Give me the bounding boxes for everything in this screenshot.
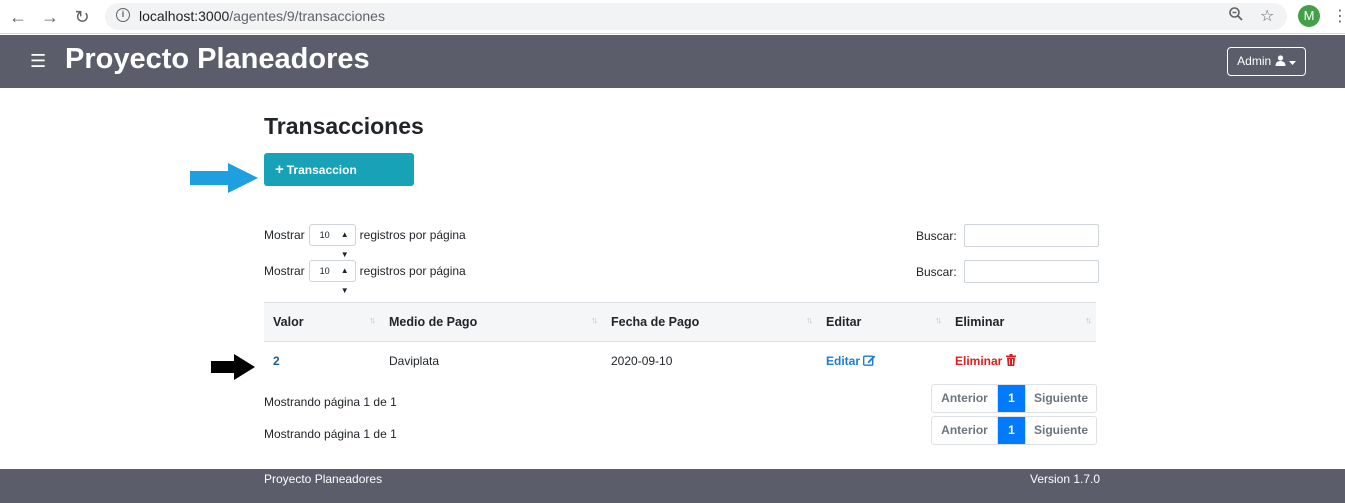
table-header-row: Valor ↑↓ Medio de Pago ↑↓ Fecha de Pago ↑↓ … bbox=[264, 302, 1096, 342]
search-control: Buscar: bbox=[916, 224, 1099, 247]
column-header-label: Medio de Pago bbox=[389, 315, 478, 329]
admin-dropdown-button[interactable]: Admin bbox=[1227, 47, 1306, 76]
search-control: Buscar: bbox=[916, 260, 1099, 283]
forward-arrow-icon[interactable]: → bbox=[38, 5, 62, 29]
column-header-label: Valor bbox=[273, 315, 304, 329]
page-length-control: Mostrar 10 ▲ ▼ registros por página bbox=[264, 260, 466, 295]
brand-title[interactable]: Proyecto Planeadores bbox=[65, 43, 370, 76]
add-transaction-label: Transaccion bbox=[286, 163, 357, 177]
app-navbar: ☰ Proyecto Planeadores Admin bbox=[0, 35, 1345, 88]
column-header-label: Editar bbox=[826, 315, 862, 329]
pagination: Anterior 1 Siguiente bbox=[931, 416, 1097, 445]
column-header-editar[interactable]: Editar ↑↓ bbox=[817, 302, 946, 342]
browser-menu-icon[interactable]: ⋮ bbox=[1332, 6, 1345, 26]
column-header-valor[interactable]: Valor ↑↓ bbox=[264, 302, 380, 342]
footer-brand: Proyecto Planeadores bbox=[264, 472, 383, 486]
sort-icon: ↑↓ bbox=[806, 315, 813, 325]
url-path: /agentes/9/transacciones bbox=[229, 8, 385, 24]
select-caret-icon: ▲ ▼ bbox=[340, 266, 349, 295]
cell-fecha: 2020-09-10 bbox=[611, 353, 673, 368]
transactions-table: Valor ↑↓ Medio de Pago ↑↓ Fecha de Pago ↑↓ … bbox=[264, 302, 1096, 380]
browser-toolbar: ← → ↻ i localhost:3000/agentes/9/transac… bbox=[0, 0, 1345, 34]
sort-icon: ↑↓ bbox=[591, 315, 598, 325]
search-input[interactable] bbox=[963, 260, 1099, 283]
sort-icon: ↑↓ bbox=[935, 315, 942, 325]
next-page-button[interactable]: Siguiente bbox=[1025, 417, 1096, 444]
previous-page-button[interactable]: Anterior bbox=[932, 385, 998, 412]
plus-icon: + bbox=[275, 161, 284, 178]
zoom-icon[interactable] bbox=[1228, 6, 1244, 27]
page-length-control: Mostrar 10 ▲ ▼ registros por página bbox=[264, 224, 466, 259]
delete-label: Eliminar bbox=[955, 353, 1003, 368]
user-icon bbox=[1275, 55, 1285, 66]
cell-editar: Editar bbox=[817, 342, 946, 380]
trash-icon bbox=[1005, 353, 1016, 366]
hamburger-menu-icon[interactable]: ☰ bbox=[30, 51, 46, 71]
address-bar[interactable]: i localhost:3000/agentes/9/transacciones… bbox=[105, 3, 1287, 30]
page-length-select[interactable]: 10 ▲ ▼ bbox=[308, 260, 356, 295]
search-input[interactable] bbox=[963, 224, 1099, 247]
next-page-button[interactable]: Siguiente bbox=[1025, 385, 1096, 412]
footer-version: Version 1.7.0 bbox=[1030, 472, 1101, 486]
column-header-fecha[interactable]: Fecha de Pago ↑↓ bbox=[602, 302, 817, 342]
column-header-label: Fecha de Pago bbox=[611, 315, 700, 329]
table-info: Mostrando página 1 de 1 bbox=[264, 427, 397, 441]
search-label: Buscar: bbox=[916, 264, 957, 279]
edit-link[interactable]: Editar bbox=[826, 354, 876, 368]
cell-medio: Daviplata bbox=[389, 353, 440, 368]
page-length-value: 10 bbox=[319, 230, 330, 240]
show-suffix: registros por página bbox=[359, 228, 466, 242]
page-length-value: 10 bbox=[319, 266, 330, 276]
edit-label: Editar bbox=[826, 353, 861, 368]
show-prefix: Mostrar bbox=[264, 228, 305, 242]
show-suffix: registros por página bbox=[359, 264, 466, 278]
pagination: Anterior 1 Siguiente bbox=[931, 384, 1097, 413]
black-arrow-annotation bbox=[211, 354, 255, 380]
page-length-select[interactable]: 10 ▲ ▼ bbox=[308, 224, 356, 259]
column-header-eliminar[interactable]: Eliminar ↑↓ bbox=[946, 302, 1096, 342]
footer: Proyecto Planeadores Version 1.7.0 bbox=[0, 469, 1345, 503]
url-host: localhost:3000 bbox=[139, 8, 230, 24]
address-url[interactable]: localhost:3000/agentes/9/transacciones bbox=[139, 8, 385, 24]
blue-arrow-annotation bbox=[190, 163, 258, 193]
page-title: Transacciones bbox=[264, 113, 424, 139]
delete-link[interactable]: Eliminar bbox=[955, 353, 1016, 368]
admin-label: Admin bbox=[1237, 54, 1272, 68]
valor-link[interactable]: 2 bbox=[273, 354, 280, 368]
current-page-button[interactable]: 1 bbox=[998, 417, 1025, 444]
caret-down-icon bbox=[1288, 61, 1296, 65]
select-caret-icon: ▲ ▼ bbox=[340, 230, 349, 259]
current-page-button[interactable]: 1 bbox=[998, 385, 1025, 412]
table-row: 2 Daviplata 2020-09-10 Editar Eliminar bbox=[264, 342, 1096, 380]
show-prefix: Mostrar bbox=[264, 264, 305, 278]
column-header-medio[interactable]: Medio de Pago ↑↓ bbox=[380, 302, 602, 342]
add-transaction-button[interactable]: + Transaccion bbox=[264, 153, 414, 186]
reload-icon[interactable]: ↻ bbox=[70, 5, 94, 29]
bookmark-star-icon[interactable]: ☆ bbox=[1260, 6, 1274, 26]
cell-valor: 2 bbox=[264, 342, 380, 380]
previous-page-button[interactable]: Anterior bbox=[932, 417, 998, 444]
sort-icon: ↑↓ bbox=[369, 315, 376, 325]
sort-icon: ↑↓ bbox=[1085, 315, 1092, 325]
site-info-icon[interactable]: i bbox=[116, 8, 130, 22]
cell-eliminar: Eliminar bbox=[946, 342, 1096, 380]
back-arrow-icon[interactable]: ← bbox=[6, 5, 30, 29]
profile-avatar[interactable]: M bbox=[1298, 5, 1320, 27]
column-header-label: Eliminar bbox=[955, 315, 1005, 329]
search-label: Buscar: bbox=[916, 228, 957, 243]
edit-icon bbox=[863, 355, 876, 366]
table-info: Mostrando página 1 de 1 bbox=[264, 395, 397, 409]
